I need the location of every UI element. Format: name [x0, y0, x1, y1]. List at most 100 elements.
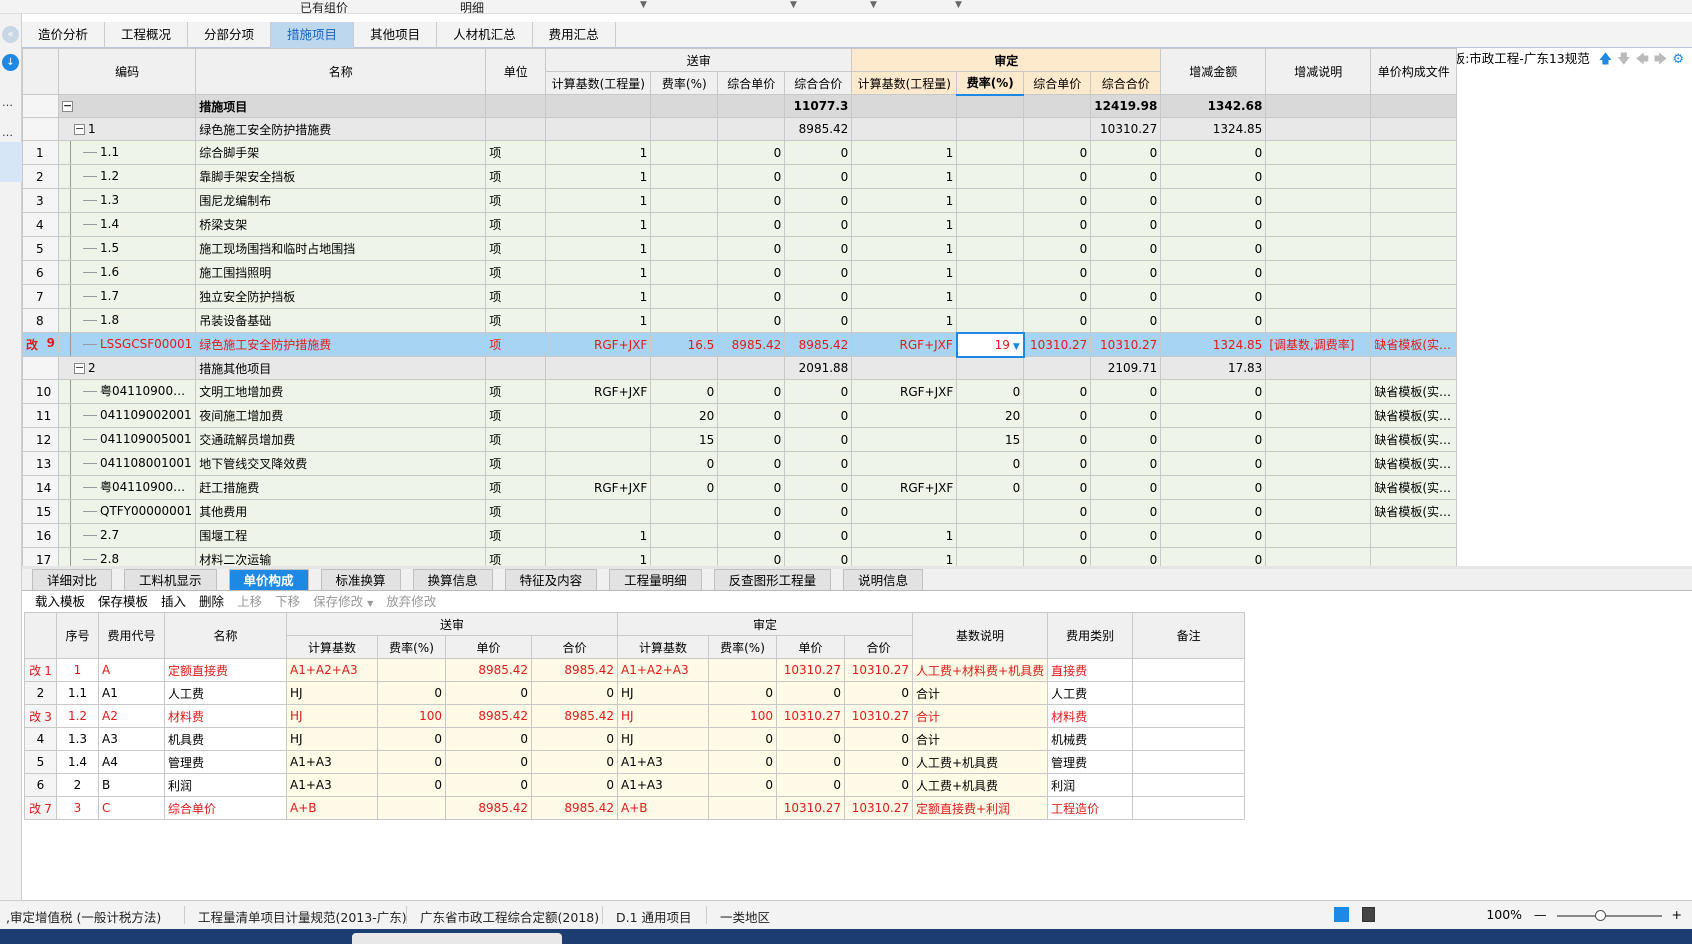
s-up-cell[interactable]: 0: [445, 750, 532, 774]
file-cell[interactable]: 缺省模板(实…: [1370, 475, 1458, 500]
row-index[interactable]: [22, 117, 59, 141]
sub-col-name[interactable]: 名称: [164, 612, 287, 659]
row-index[interactable]: 16: [22, 523, 59, 548]
d-base-cell[interactable]: [851, 499, 958, 524]
s-base-cell[interactable]: 1: [545, 188, 652, 213]
table-row[interactable]: 5 1.5 施工现场围挡和临时占地围挡项 1 0 0 1 0 0 0: [22, 236, 1458, 261]
code-cell[interactable]: 2.7: [57, 523, 197, 548]
name-cell[interactable]: 绿色施工安全防护措施费: [195, 332, 487, 357]
split-view-icon[interactable]: [1362, 907, 1375, 922]
s-total-cell[interactable]: 8985.42: [784, 117, 853, 141]
s-total-cell[interactable]: 0: [784, 379, 853, 404]
s-rate-cell[interactable]: [650, 164, 719, 189]
remark-cell[interactable]: [1132, 750, 1246, 774]
d-base-cell[interactable]: HJ: [617, 704, 709, 728]
unit-cell[interactable]: 项: [485, 284, 547, 309]
table-row[interactable]: 12 041109005001 交通疏解员增加费项 15 0 0 15 0 0 0 缺省模板(实…: [22, 427, 1458, 452]
sub-col-s-unit-price[interactable]: 单价: [445, 635, 532, 659]
bottom-tab-5[interactable]: 特征及内容: [504, 569, 598, 590]
s-base-cell[interactable]: [545, 356, 652, 380]
s-total-cell[interactable]: 0: [784, 427, 853, 452]
d-total-cell[interactable]: 0: [1090, 188, 1162, 213]
diff-cell[interactable]: 0: [1160, 284, 1267, 309]
group-row[interactable]: − 措施项目 11077.3 12419.98 1342.68: [22, 94, 1458, 118]
s-total-cell[interactable]: 0: [784, 523, 853, 548]
name-cell[interactable]: 交通疏解员增加费: [195, 427, 487, 452]
row-index[interactable]: 3: [22, 188, 59, 213]
d-up-cell[interactable]: 10310.27: [1023, 332, 1092, 357]
code-cell[interactable]: 1.6: [57, 260, 197, 285]
s-base-cell[interactable]: [545, 451, 652, 476]
row-index[interactable]: 10: [22, 379, 59, 404]
table-row[interactable]: 16 2.7 围堰工程项 1 0 0 1 0 0 0: [22, 523, 1458, 548]
d-up-cell[interactable]: [1023, 117, 1092, 141]
diff-note-cell[interactable]: [1265, 188, 1372, 213]
d-rate-cell[interactable]: [956, 499, 1025, 524]
code-cell[interactable]: A1: [98, 681, 165, 705]
unit-cell[interactable]: [485, 356, 547, 380]
diff-note-cell[interactable]: [1265, 499, 1372, 524]
collapse-icon[interactable]: «: [2, 26, 19, 43]
s-total-cell[interactable]: 8985.42: [531, 704, 618, 728]
d-rate-cell[interactable]: 15: [956, 427, 1025, 452]
d-up-cell[interactable]: 0: [1023, 475, 1092, 500]
s-rate-cell[interactable]: [650, 260, 719, 285]
tab-1[interactable]: 工程概况: [105, 22, 189, 48]
code-cell[interactable]: A: [98, 658, 165, 682]
d-total-cell[interactable]: 0: [844, 750, 913, 774]
s-base-cell[interactable]: 1: [545, 236, 652, 261]
name-cell[interactable]: 独立安全防护挡板: [195, 284, 487, 309]
unit-cell[interactable]: 项: [485, 332, 547, 357]
d-up-cell[interactable]: 0: [1023, 308, 1092, 333]
s-rate-cell[interactable]: [650, 94, 719, 118]
unit-cell[interactable]: 项: [485, 236, 547, 261]
col-s-unit-price[interactable]: 综合单价: [717, 71, 786, 95]
d-rate-cell[interactable]: [956, 94, 1025, 118]
row-index[interactable]: 改1: [24, 658, 57, 682]
diff-cell[interactable]: 0: [1160, 379, 1267, 404]
toolbar-button-2[interactable]: 插入: [161, 591, 186, 613]
d-up-cell[interactable]: 0: [1023, 427, 1092, 452]
s-up-cell[interactable]: 0: [445, 773, 532, 797]
d-base-cell[interactable]: 1: [851, 523, 958, 548]
table-row[interactable]: 3 1.3 围尼龙编制布项 1 0 0 1 0 0 0: [22, 188, 1458, 213]
arrow-left-icon[interactable]: 🡄: [1635, 52, 1648, 67]
name-cell[interactable]: 综合脚手架: [195, 140, 487, 165]
sub-col-category[interactable]: 费用类别: [1047, 612, 1134, 659]
unit-cell[interactable]: 项: [485, 427, 547, 452]
row-index[interactable]: 2: [22, 164, 59, 189]
unit-cell[interactable]: 项: [485, 451, 547, 476]
s-up-cell[interactable]: [717, 117, 786, 141]
cat-cell[interactable]: 机械费: [1047, 727, 1134, 751]
diff-cell[interactable]: 0: [1160, 475, 1267, 500]
tab-0[interactable]: 造价分析: [22, 22, 106, 48]
name-cell[interactable]: 机具费: [164, 727, 287, 751]
zoom-out-button[interactable]: —: [1534, 907, 1547, 922]
d-total-cell[interactable]: 0: [1090, 140, 1162, 165]
name-cell[interactable]: 赶工措施费: [195, 475, 487, 500]
d-base-cell[interactable]: RGF+JXF: [851, 379, 958, 404]
s-total-cell[interactable]: 8985.42: [784, 332, 853, 357]
name-cell[interactable]: 措施其他项目: [195, 356, 487, 380]
table-row[interactable]: 4 1.3 A3 机具费 HJ 0 0 0 HJ 0 0 0 合计 机械费: [24, 727, 1246, 751]
unit-cell[interactable]: 项: [485, 475, 547, 500]
name-cell[interactable]: 围堰工程: [195, 523, 487, 548]
d-total-cell[interactable]: 10310.27: [844, 704, 913, 728]
name-cell[interactable]: 绿色施工安全防护措施费: [195, 117, 487, 141]
d-up-cell[interactable]: 0: [1023, 403, 1092, 428]
row-index[interactable]: 改7: [24, 796, 57, 820]
file-cell[interactable]: 缺省模板(实…: [1370, 499, 1458, 524]
col-diff-note[interactable]: 增减说明: [1265, 48, 1372, 95]
tab-5[interactable]: 人材机汇总: [437, 22, 533, 48]
collapse-icon[interactable]: −: [74, 123, 85, 135]
d-rate-cell[interactable]: 100: [708, 704, 777, 728]
unit-cell[interactable]: 项: [485, 188, 547, 213]
d-base-cell[interactable]: 1: [851, 164, 958, 189]
diff-note-cell[interactable]: [1265, 379, 1372, 404]
d-rate-cell[interactable]: 0: [708, 727, 777, 751]
d-total-cell[interactable]: 10310.27: [1090, 332, 1162, 357]
d-rate-cell[interactable]: [956, 212, 1025, 237]
file-cell[interactable]: 缺省模板(实…: [1370, 427, 1458, 452]
s-base-cell[interactable]: A1+A3: [286, 750, 378, 774]
bottom-tab-1[interactable]: 工料机显示: [124, 569, 217, 590]
